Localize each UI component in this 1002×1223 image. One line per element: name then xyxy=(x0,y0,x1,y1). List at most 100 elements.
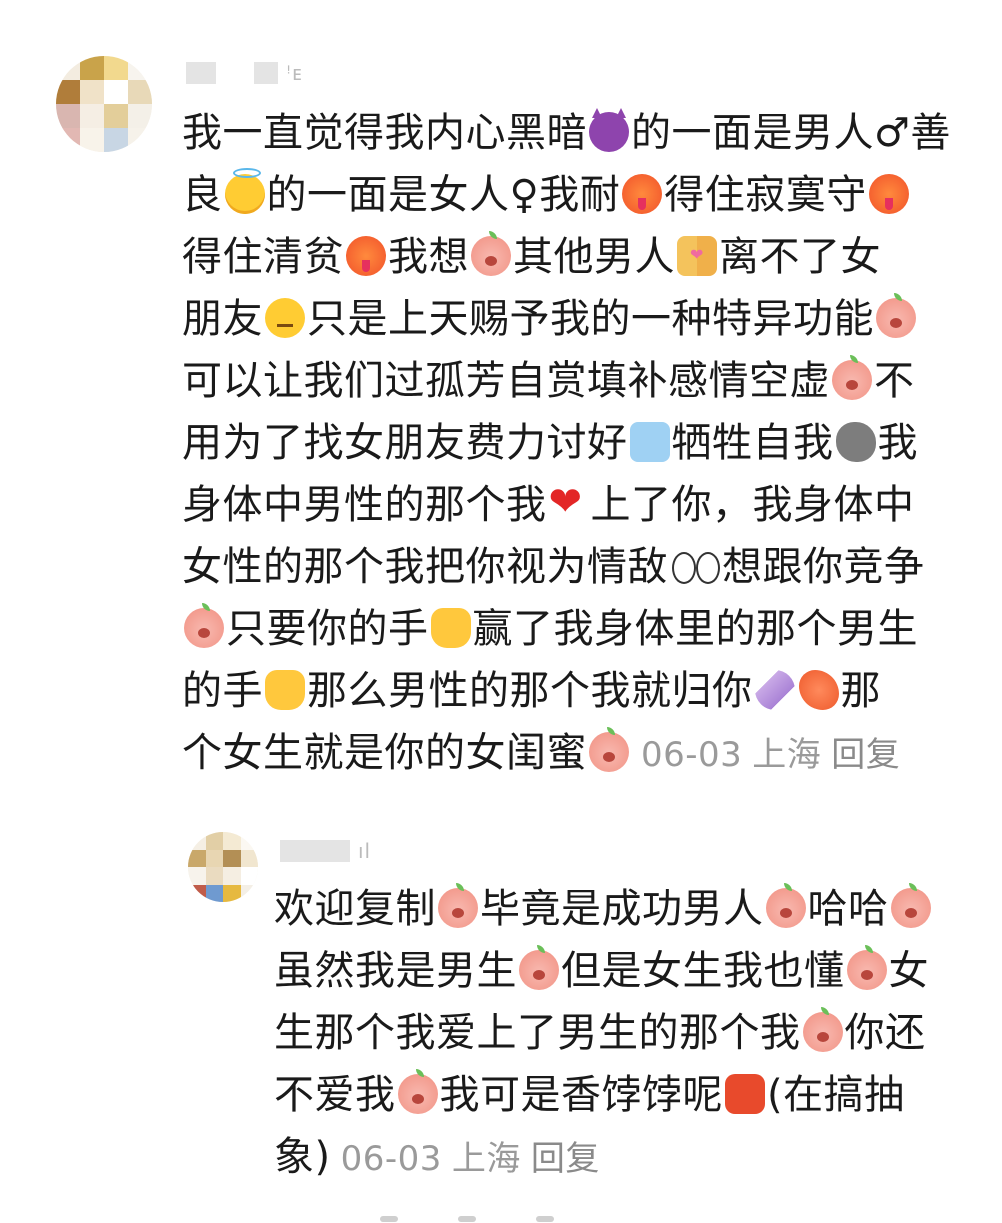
comment-date: 06-03 xyxy=(340,1139,442,1179)
text-segment: 女性的那个我把你视为情敌 xyxy=(182,544,668,590)
comment-location: 上海 xyxy=(752,735,822,775)
replier-username[interactable]: ıl xyxy=(280,838,371,864)
text-line: 只要你的手 赢了我身体里的那个男生 xyxy=(182,598,972,660)
text-segment: 生那个我爱上了男生的那个我 xyxy=(274,1010,801,1056)
comment-location: 上海 xyxy=(451,1139,521,1179)
text-line: 不爱我 我可是香饽饽呢 (在搞抽 xyxy=(274,1064,974,1126)
username-mosaic xyxy=(186,62,216,84)
peach-phone-emoji xyxy=(438,883,478,928)
text-segment: 女 xyxy=(888,948,929,994)
replier-avatar[interactable] xyxy=(188,832,258,902)
text-line: 的手 那么男性的那个我就归你 那 xyxy=(182,660,972,722)
text-line: 朋友 只是上天赐予我的一种特异功能 xyxy=(182,288,972,350)
text-segment: 离不了女 xyxy=(719,234,881,280)
commenter-username[interactable]: ꜝᴇ xyxy=(186,60,303,86)
peach-crying-emoji xyxy=(397,1069,438,1114)
text-segment: 我想 xyxy=(388,234,469,280)
text-segment: 朋友 xyxy=(182,296,263,342)
text-segment: 个女生就是你的女闺蜜 xyxy=(182,730,587,776)
text-segment: 我可是香饽饽呢 xyxy=(439,1072,723,1118)
heart-emoji xyxy=(549,480,589,524)
text-segment: 其他男人 xyxy=(513,234,675,280)
text-line: 得住清贫我想其他男人离不了女 xyxy=(182,224,972,288)
text-line: 良的一面是女人♀我耐 得住寂寞守 xyxy=(182,164,972,226)
reply-button[interactable]: 回复 xyxy=(831,735,900,775)
devil-emoji xyxy=(589,108,629,152)
comment-text: 我一直觉得我内心黑暗 的一面是男人♂善良的一面是女人♀我耐 得住寂寞守 得住清贫 我想其… xyxy=(182,102,972,786)
hot-face-emoji xyxy=(622,174,663,214)
text-line: 欢迎复制 毕竟是成功男人 哈哈 xyxy=(274,878,974,940)
text-segment: 上了你，我身体中 xyxy=(590,482,915,528)
text-line: 虽然我是男生 但是女生我也懂女 xyxy=(274,940,974,1002)
text-segment: 毕竟是成功男人 xyxy=(480,886,764,932)
text-segment: 象) xyxy=(274,1134,331,1180)
angry-emoji xyxy=(725,1074,765,1114)
hot-face-emoji xyxy=(868,174,909,214)
username-text: ıl xyxy=(358,839,372,863)
peach-kiss-emoji xyxy=(802,1007,843,1052)
text-segment: 那么男性的那个我就归你 xyxy=(307,668,753,714)
text-segment: 我一直觉得我内心黑暗 xyxy=(182,110,587,156)
text-segment: 不爱我 xyxy=(274,1072,396,1118)
peach-shy-emoji xyxy=(846,945,887,990)
peach-phone-emoji xyxy=(832,355,872,400)
peach-covering-mouth-emoji xyxy=(765,883,806,928)
text-segment: 的手 xyxy=(182,668,263,714)
text-line: 象) 06-03 上海 回复 xyxy=(274,1126,974,1190)
text-line: 可以让我们过孤芳自赏填补感情空虚不 xyxy=(182,350,972,412)
text-segment: 但是女生我也懂 xyxy=(561,948,845,994)
text-segment: 欢迎复制 xyxy=(274,886,436,932)
text-line: 个女生就是你的女闺蜜 06-03 上海 回复 xyxy=(182,722,972,786)
reply-text: 欢迎复制 毕竟是成功男人 哈哈 虽然我是男生 但是女生我也懂女生那个我爱上了男生的那个我… xyxy=(274,878,974,1190)
commenter-avatar[interactable] xyxy=(56,56,152,152)
comment-meta: 06-03 上海 回复 xyxy=(641,735,910,775)
peach-shocked-emoji xyxy=(519,945,559,990)
text-segment: 得住寂寞守 xyxy=(664,172,867,218)
text-segment: 可以让我们过孤芳自赏填补感情空虚 xyxy=(182,358,830,404)
username-mosaic xyxy=(280,840,350,862)
unamused-emoji xyxy=(265,298,305,338)
couple-emoji xyxy=(677,224,717,286)
text-segment: 只是上天赐予我的一种特异功能 xyxy=(307,296,874,342)
text-line: 用为了找女朋友费力讨好 牺牲自我我 xyxy=(182,412,972,474)
eyes-emoji xyxy=(670,546,720,586)
text-segment: 哈哈 xyxy=(807,886,889,932)
text-segment: 我 xyxy=(877,420,918,466)
text-segment: 的一面是男人♂善 xyxy=(631,110,951,156)
text-segment: 良 xyxy=(182,172,223,218)
comment-meta: 06-03 上海 回复 xyxy=(341,1139,610,1179)
text-segment: 赢了我身体里的那个男生 xyxy=(472,606,918,652)
peach-covering-mouth-emoji xyxy=(184,603,224,648)
username-mosaic xyxy=(254,62,278,84)
text-segment: 那 xyxy=(840,668,881,714)
angel-emoji xyxy=(224,168,265,214)
peach-laughing-emoji xyxy=(890,883,931,928)
shrimp-emoji xyxy=(798,670,839,710)
text-segment: 虽然我是男生 xyxy=(274,948,517,994)
crying-emoji xyxy=(629,422,670,462)
comment-date: 06-03 xyxy=(641,735,743,775)
text-line: 我一直觉得我内心黑暗 的一面是男人♂善 xyxy=(182,102,972,164)
text-line: 身体中男性的那个我上了你，我身体中 xyxy=(182,474,972,536)
hand-emoji xyxy=(265,670,305,710)
rock-emoji xyxy=(835,422,876,462)
text-segment: 得住清贫 xyxy=(182,234,344,280)
reply-button[interactable]: 回复 xyxy=(531,1139,600,1179)
text-segment: 想跟你竞争 xyxy=(722,544,925,590)
text-segment: 身体中男性的那个我 xyxy=(182,482,547,528)
text-segment: 不 xyxy=(874,358,915,404)
hot-face-emoji xyxy=(346,236,386,276)
next-comment-cutoff xyxy=(0,1206,1002,1223)
peach-glasses-emoji xyxy=(876,293,916,338)
text-segment: 只要你的手 xyxy=(226,606,429,652)
text-line: 生那个我爱上了男生的那个我 你还 xyxy=(274,1002,974,1064)
peach-shocked-emoji xyxy=(471,231,511,276)
text-segment: 的一面是女人♀我耐 xyxy=(266,172,621,218)
text-line: 女性的那个我把你视为情敌 想跟你竞争 xyxy=(182,536,972,598)
text-segment: 用为了找女朋友费力讨好 xyxy=(182,420,628,466)
peach-covering-mouth-emoji xyxy=(589,727,629,772)
candy-emoji xyxy=(754,670,795,710)
text-segment: 牺牲自我 xyxy=(671,420,834,466)
hand-emoji xyxy=(430,608,471,648)
username-text: ꜝᴇ xyxy=(286,61,303,85)
